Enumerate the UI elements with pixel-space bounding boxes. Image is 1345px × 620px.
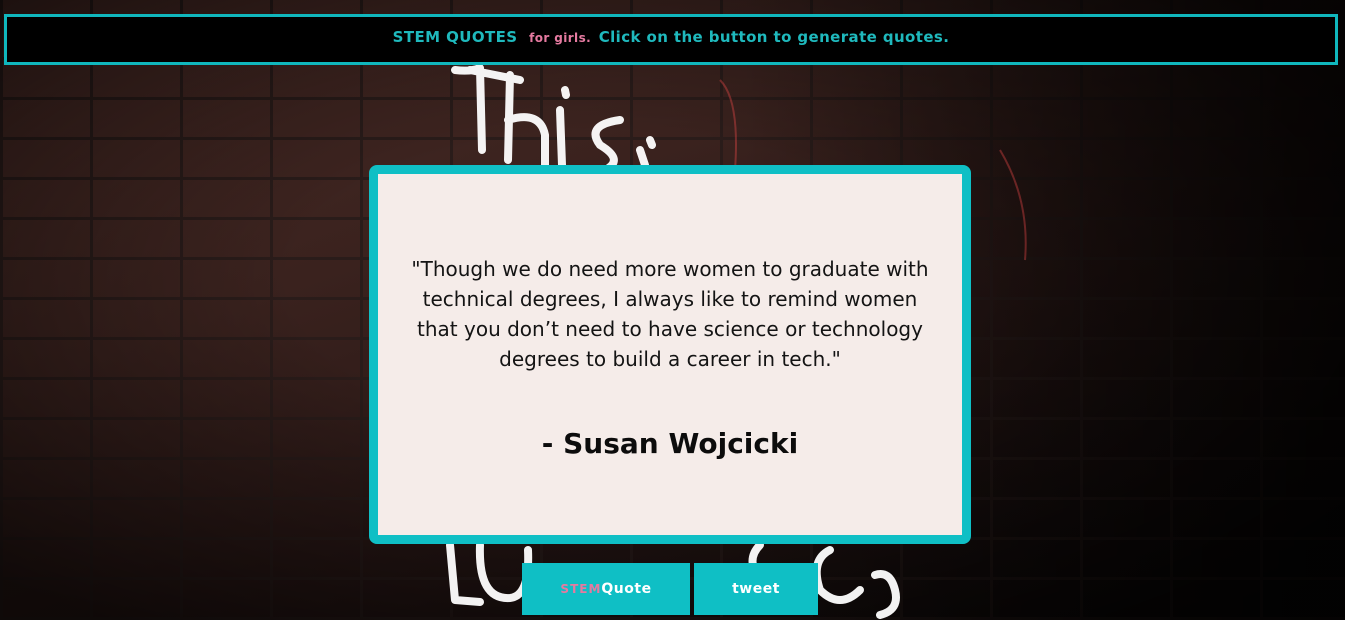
quote-author: - Susan Wojcicki	[541, 427, 799, 460]
banner-instruction: Click on the button to generate quotes.	[598, 27, 950, 46]
tweet-button-label: tweet	[732, 581, 780, 597]
quote-text: "Though we do need more women to graduat…	[411, 257, 929, 371]
banner-title: STEM QUOTES	[392, 27, 518, 46]
quote-button-label: Quote	[601, 581, 652, 597]
quote-button-prefix: STEM	[560, 582, 602, 596]
new-quote-button[interactable]: STEM Quote	[522, 563, 690, 615]
page: STEM QUOTES for girls. Click on the butt…	[0, 0, 1345, 620]
quote-card: "Though we do need more women to graduat…	[369, 165, 971, 544]
banner-subtitle: for girls.	[529, 30, 592, 45]
header-banner: STEM QUOTES for girls. Click on the butt…	[4, 14, 1338, 65]
banner-text: STEM QUOTES for girls. Click on the butt…	[393, 28, 950, 46]
tweet-button[interactable]: tweet	[694, 563, 818, 615]
